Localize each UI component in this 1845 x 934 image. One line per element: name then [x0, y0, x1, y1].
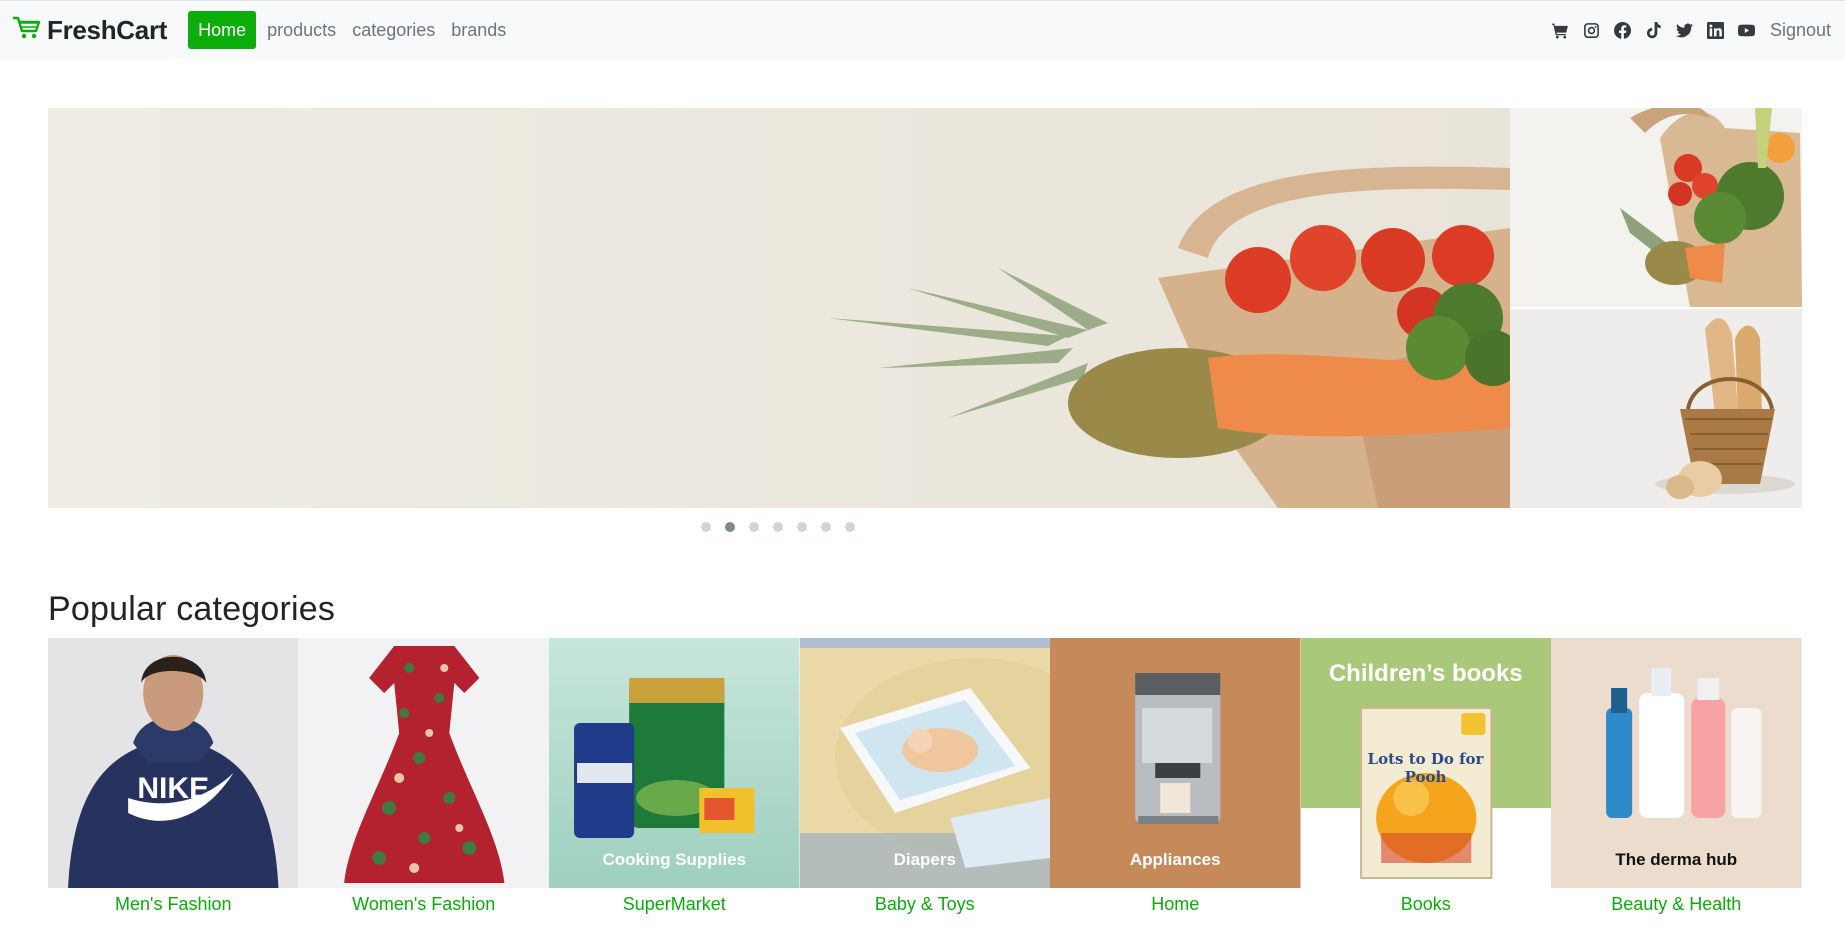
nav-products[interactable]: products: [259, 11, 344, 49]
categories-slider: NIKE Men's Fashion Women's Fashion Cooki…: [48, 638, 1802, 915]
nav-categories[interactable]: categories: [344, 11, 443, 49]
tiktok-icon[interactable]: [1644, 21, 1663, 40]
cart-logo-icon: [12, 15, 42, 46]
slider-dot-2[interactable]: [725, 522, 735, 532]
nav-brands[interactable]: brands: [443, 11, 514, 49]
category-name[interactable]: Men's Fashion: [115, 894, 232, 915]
book-cover-title: Lots to Do for Pooh: [1367, 750, 1484, 786]
category-item[interactable]: NIKE Men's Fashion: [48, 638, 299, 915]
side-image-top[interactable]: [1510, 108, 1802, 307]
category-image-womens-fashion: [298, 638, 549, 888]
grocery-bag-small-image: [1510, 108, 1802, 307]
slider-dot-7[interactable]: [845, 522, 855, 532]
category-item[interactable]: Children’s books Lots to Do for Pooh Boo…: [1300, 638, 1551, 915]
twitter-icon[interactable]: [1675, 21, 1694, 40]
section-title: Popular categories: [48, 590, 336, 628]
nav-right: Signout: [1539, 1, 1831, 60]
category-overlay: Children’s books: [1328, 660, 1523, 687]
category-name[interactable]: Women's Fashion: [352, 894, 495, 915]
category-image-mens-fashion: NIKE: [48, 638, 299, 888]
hero-slider[interactable]: [48, 108, 1510, 508]
linkedin-icon[interactable]: [1706, 21, 1725, 40]
category-overlay: The derma hub: [1615, 850, 1738, 869]
bread-basket-image: [1510, 309, 1802, 508]
instagram-icon[interactable]: [1582, 21, 1601, 40]
brand-name: FreshCart: [47, 14, 168, 45]
category-item[interactable]: Women's Fashion: [298, 638, 549, 915]
slider-dot-1[interactable]: [701, 522, 711, 532]
category-image-baby-toys: Diapers: [799, 638, 1050, 888]
side-image-bottom[interactable]: [1510, 309, 1802, 508]
category-item[interactable]: Appliances Home: [1050, 638, 1301, 915]
category-name[interactable]: Books: [1401, 894, 1451, 915]
category-name[interactable]: Home: [1151, 894, 1199, 915]
category-overlay: Cooking Supplies: [602, 850, 747, 869]
category-item[interactable]: Cooking Supplies SuperMarket: [549, 638, 800, 915]
category-image-supermarket: Cooking Supplies: [549, 638, 800, 888]
category-item[interactable]: The derma hub Beauty & Health: [1551, 638, 1802, 915]
facebook-icon[interactable]: [1613, 21, 1632, 40]
brand-logo[interactable]: FreshCart: [12, 15, 167, 46]
category-image-books: Children’s books Lots to Do for Pooh: [1300, 638, 1551, 888]
category-overlay: Appliances: [1129, 850, 1221, 869]
slider-dot-5[interactable]: [797, 522, 807, 532]
category-item[interactable]: Diapers Baby & Toys: [799, 638, 1050, 915]
slider-dot-6[interactable]: [821, 522, 831, 532]
slider-dots: [701, 522, 869, 532]
navbar: FreshCart Home products categories brand…: [0, 0, 1845, 59]
svg-text:NIKE: NIKE: [137, 772, 209, 805]
slider-dot-4[interactable]: [773, 522, 783, 532]
grocery-bag-image: [48, 108, 1510, 508]
category-overlay: Diapers: [893, 850, 956, 869]
category-name[interactable]: Baby & Toys: [875, 894, 975, 915]
slider-dot-3[interactable]: [749, 522, 759, 532]
cart-icon[interactable]: [1551, 21, 1570, 40]
category-name[interactable]: SuperMarket: [623, 894, 726, 915]
youtube-icon[interactable]: [1737, 21, 1756, 40]
main-nav: Home products categories brands: [188, 11, 514, 49]
nav-home[interactable]: Home: [188, 11, 257, 49]
category-name[interactable]: Beauty & Health: [1611, 894, 1741, 915]
signout-link[interactable]: Signout: [1770, 20, 1831, 41]
category-image-home: Appliances: [1050, 638, 1301, 888]
category-image-beauty-health: The derma hub: [1551, 638, 1802, 888]
